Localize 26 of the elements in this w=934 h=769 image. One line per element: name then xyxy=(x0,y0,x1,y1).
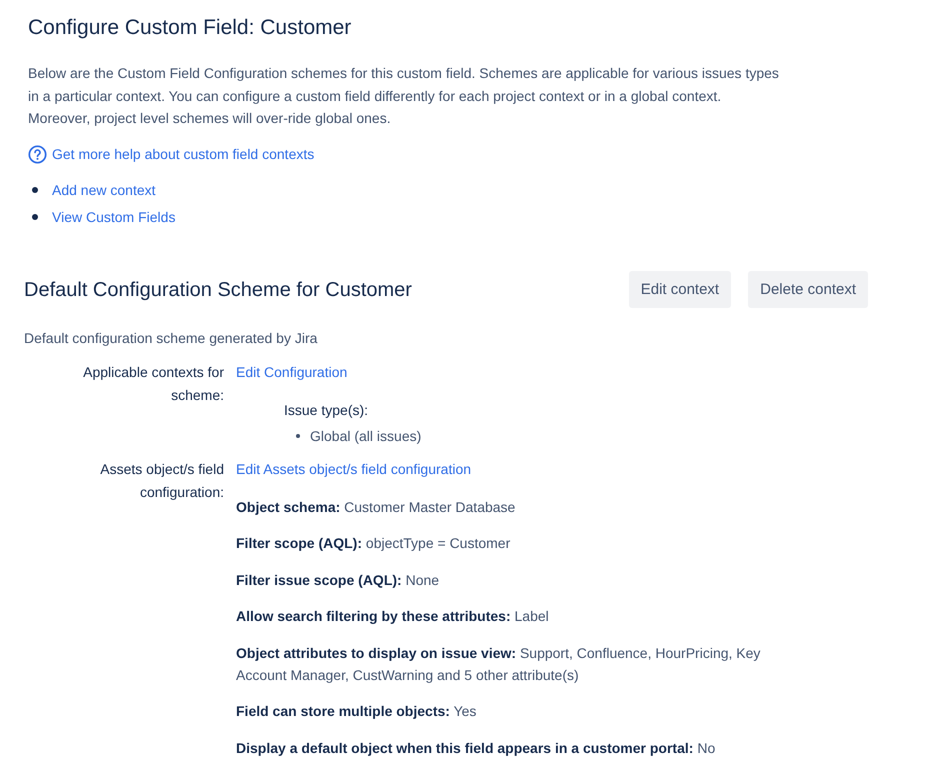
issue-types-label: Issue type(s): xyxy=(284,400,368,420)
scheme-description: Default configuration scheme generated by Jira xyxy=(24,329,318,348)
setting-text: Filter scope (AQL): objectType = Customer xyxy=(236,534,512,553)
scheme-title: Default Configuration Scheme for Customer xyxy=(24,278,412,302)
context-link[interactable]: Add new context xyxy=(52,179,156,201)
context-button[interactable]: Delete context xyxy=(748,271,868,308)
setting-text: Object attributes to display on issue view: Support, Confluence, HourPricing, Key Account Manager, CustWarning and 5 other attribute(s) xyxy=(236,644,762,685)
bullet-icon xyxy=(32,214,38,220)
issue-type-text: Global (all issues) xyxy=(310,426,422,446)
context-button[interactable]: Edit context xyxy=(628,271,732,308)
page-title: Configure Custom Field: Customer xyxy=(28,15,352,41)
setting-text: Filter issue scope (AQL): None xyxy=(236,570,440,590)
setting-text: Object schema: Customer Master Database xyxy=(236,498,516,517)
setting-text: Allow search filtering by these attributes: Label xyxy=(236,607,550,626)
bullet-icon xyxy=(296,434,300,438)
help-link[interactable]: Get more help about custom field contexts xyxy=(52,146,314,162)
context-link[interactable]: View Custom Fields xyxy=(52,206,176,228)
field-label: Applicable contexts for scheme: xyxy=(82,362,224,404)
setting-text: Display a default object when this field appears in a customer portal: No xyxy=(236,738,716,758)
field-label: Assets object/s field configuration: xyxy=(99,460,224,502)
edit-link[interactable]: Edit Assets object/s field configuration xyxy=(236,458,472,481)
help-icon xyxy=(28,144,47,164)
description-text: Below are the Custom Field Configuration schemes for this custom field. Schemes are applicable for various issues types in a particular context. You can configure a custom field differently for each project context or in a global context. Moreover, project level schemes will over-ride global ones. xyxy=(28,64,780,128)
bullet-icon xyxy=(32,187,38,193)
edit-link[interactable]: Edit Configuration xyxy=(236,360,348,384)
setting-text: Field can store multiple objects: Yes xyxy=(236,702,478,721)
